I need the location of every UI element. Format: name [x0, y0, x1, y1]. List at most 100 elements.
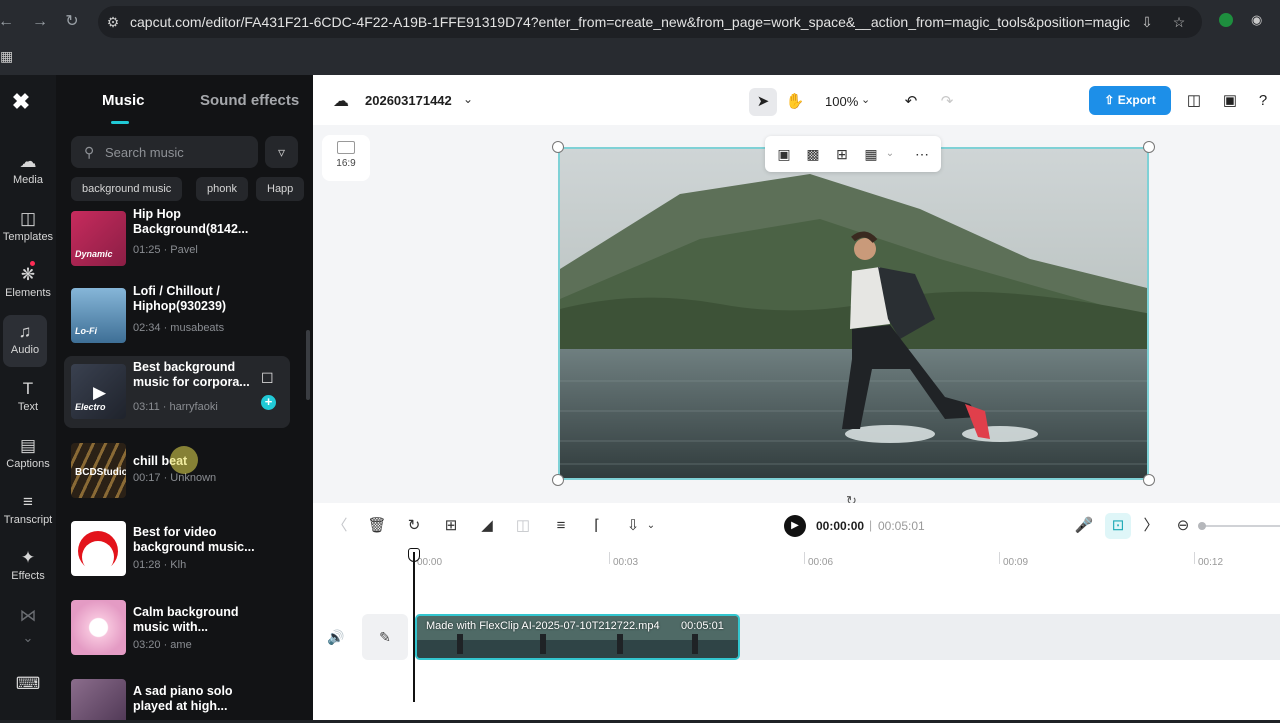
list-item[interactable]: Best for video background music... 01:28… [64, 513, 290, 585]
zoom-slider[interactable] [1200, 525, 1280, 527]
select-tool-button[interactable]: ➤ [749, 88, 777, 116]
track-thumbnail: Dynamic [71, 211, 126, 266]
image-edit-icon[interactable]: ▣ [775, 145, 793, 163]
chip-happ[interactable]: Happ [256, 177, 305, 201]
captions-icon: ▤ [19, 436, 37, 455]
rail-item-captions[interactable]: ▤ Captions [0, 435, 56, 485]
chip-phonk[interactable]: phonk [196, 177, 248, 201]
loop-icon[interactable]: ↻ [404, 516, 424, 536]
undo-button[interactable]: ↶ [897, 88, 925, 116]
templates-icon: ◫ [19, 209, 37, 228]
crop-icon[interactable]: ⊞ [441, 516, 461, 536]
magnet-snap-icon[interactable]: ⊡ [1105, 513, 1131, 539]
bookmark-icon[interactable]: ☐ [261, 370, 274, 387]
list-item[interactable]: Calm background music with... 03:20 · am… [64, 592, 290, 664]
rail-item-audio[interactable]: ♫ Audio [3, 315, 47, 367]
total-time: 00:05:01 [878, 519, 925, 533]
video-preview[interactable] [558, 147, 1149, 480]
install-app-icon[interactable]: ⇩ [1138, 13, 1156, 31]
freeze-icon[interactable]: ◫ [513, 516, 533, 536]
chevron-down-icon[interactable]: ⌄ [0, 627, 56, 649]
panel-scrollbar[interactable] [306, 330, 310, 400]
zoom-out-icon[interactable]: ⊖ [1173, 516, 1193, 536]
tab-sound-effects[interactable]: Sound effects [200, 92, 299, 109]
tab-music[interactable]: Music [102, 92, 145, 109]
microphone-icon[interactable]: 🎤 [1074, 516, 1094, 536]
rail-item-transcript[interactable]: ≡ Transcript [0, 491, 56, 541]
split-icon[interactable]: 〈 [330, 516, 350, 536]
zoom-slider-knob[interactable] [1198, 522, 1206, 530]
capcut-logo-icon[interactable]: ✖ [8, 89, 34, 115]
list-item[interactable]: Electro ▶ Best background music for corp… [64, 356, 290, 428]
canvas-area: 16:9 ▣ ▩ ⊞ ▦ ⌄ ⋯ ↻ [313, 125, 1280, 508]
cloud-sync-icon[interactable]: ☁ [333, 91, 349, 111]
delete-icon[interactable]: 🗑 [367, 516, 387, 536]
list-item[interactable]: A sad piano solo played at high... [64, 671, 290, 720]
replace-icon[interactable]: ▦ [862, 145, 880, 163]
chevron-down-icon[interactable]: ⌄ [463, 92, 473, 106]
rail-item-elements[interactable]: ❋ Elements [0, 264, 56, 314]
camera-extension-icon[interactable]: ◉ [1251, 12, 1267, 28]
ruler-mark [609, 552, 610, 564]
rail-item-text[interactable]: T Text [0, 378, 56, 428]
play-button[interactable]: ▶ [784, 515, 806, 537]
rail-item-templates[interactable]: ◫ Templates [0, 208, 56, 258]
chevron-down-icon[interactable]: ⌄ [881, 145, 899, 163]
filter-button[interactable]: ▿ [265, 136, 298, 168]
reload-icon[interactable]: ↻ [62, 12, 82, 32]
settings-icon[interactable]: ▣ [1220, 91, 1240, 111]
chevron-down-icon[interactable]: ⌄ [861, 93, 870, 106]
search-input[interactable] [105, 136, 253, 168]
volume-icon[interactable]: 🔊 [327, 629, 344, 646]
timeline: 00:00 00:03 00:06 00:09 00:12 🔊 ✎ Made w… [313, 548, 1280, 720]
resize-handle-top-left[interactable] [552, 141, 564, 153]
aspect-ratio-button[interactable]: 16:9 [322, 135, 370, 181]
rail-item-more[interactable]: ⋈ ⌄ [0, 605, 56, 655]
present-icon[interactable]: ◫ [1184, 91, 1204, 111]
rail-item-effects[interactable]: ✦ Effects [0, 547, 56, 597]
redo-button[interactable]: ↷ [933, 88, 961, 116]
text-icon: T [22, 379, 34, 398]
help-icon[interactable]: ? [1253, 91, 1273, 111]
resize-handle-bottom-left[interactable] [552, 474, 564, 486]
hand-tool-button[interactable]: ✋ [781, 88, 809, 116]
cloud-upload-icon: ☁ [19, 152, 37, 171]
track-title: Best background music for corpora... [133, 360, 250, 389]
rail-item-media[interactable]: ☁ Media [0, 151, 56, 201]
frame-icon[interactable]: ▩ [804, 145, 822, 163]
track-meta: 03:20 · ame [133, 639, 192, 651]
list-item[interactable]: Dynamic Hip Hop Background(8142... 01:25… [64, 203, 290, 275]
apps-grid-icon[interactable]: ▦ [0, 48, 13, 65]
track-meta: 03:11 · harryfaoki [133, 401, 218, 413]
export-button[interactable]: ⇧ Export [1089, 86, 1171, 115]
edit-cover-button[interactable]: ✎ [362, 614, 408, 660]
split-view-icon[interactable]: 〉 [1141, 516, 1161, 536]
more-icon[interactable]: ⋯ [913, 145, 931, 163]
zoom-level[interactable]: 100% [825, 94, 858, 109]
extension-icon[interactable] [1219, 13, 1233, 27]
site-settings-icon[interactable]: ⚙ [104, 13, 122, 31]
rail-item-keyboard[interactable]: ⌨ [0, 673, 56, 723]
address-bar[interactable]: ⚙ capcut.com/editor/FA431F21-6CDC-4F22-A… [98, 6, 1202, 38]
resize-handle-top-right[interactable] [1143, 141, 1155, 153]
chip-background-music[interactable]: background music [71, 177, 183, 201]
chevron-down-icon[interactable]: ⌄ [641, 516, 661, 536]
speed-icon[interactable]: ≡ [551, 516, 571, 536]
mirror-icon[interactable]: ◢ [477, 516, 497, 536]
forward-icon[interactable]: → [30, 12, 50, 32]
project-name[interactable]: 202603171442 [365, 93, 452, 108]
track-meta: 02:34 · musabeats [133, 322, 225, 334]
search-icon: ⚲ [84, 144, 95, 160]
ruler-mark [1194, 552, 1195, 564]
bookmark-star-icon[interactable]: ☆ [1170, 13, 1188, 31]
add-track-button[interactable]: + [261, 395, 276, 410]
download-icon[interactable]: ⇩ [623, 516, 643, 536]
video-clip[interactable]: Made with FlexClip AI-2025-07-10T212722.… [415, 614, 740, 660]
detach-icon[interactable]: ⌈ [587, 516, 607, 536]
resize-handle-bottom-right[interactable] [1143, 474, 1155, 486]
play-icon[interactable]: ▶ [93, 383, 106, 403]
playhead[interactable] [413, 552, 415, 702]
back-icon[interactable]: ← [0, 12, 16, 32]
list-item[interactable]: Lo-Fi Lofi / Chillout / Hiphop(930239) 0… [64, 280, 290, 352]
crop-icon[interactable]: ⊞ [833, 145, 851, 163]
